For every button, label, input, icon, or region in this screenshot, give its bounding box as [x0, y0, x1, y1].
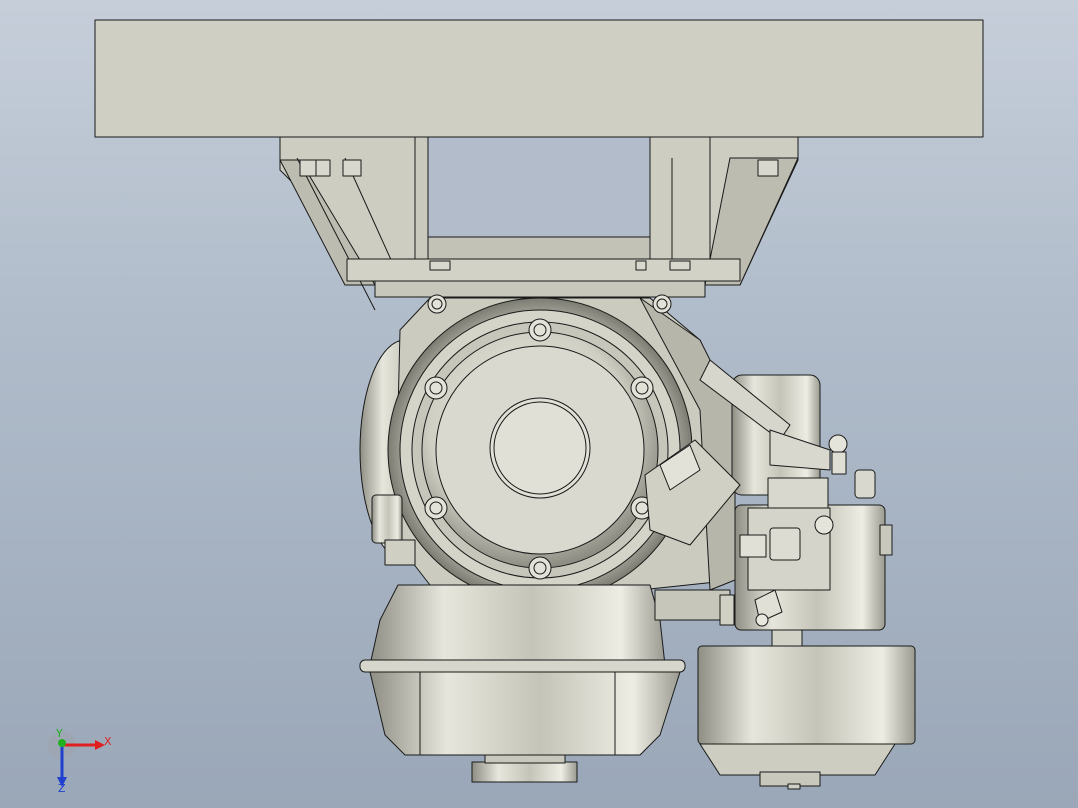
coordinate-triad: X Y Z: [48, 727, 112, 795]
y-axis-dot: [58, 739, 66, 747]
x-axis-label: X: [104, 735, 112, 748]
y-axis-label: Y: [55, 727, 63, 740]
valve-knob: [828, 434, 848, 454]
lower-tank-top: [369, 584, 666, 666]
z-axis-label: Z: [58, 782, 66, 795]
mounting-plate: [94, 19, 984, 138]
lower-tank: [369, 671, 681, 756]
cad-viewport[interactable]: X Y Z: [0, 0, 1078, 808]
lower-right-box: [697, 645, 916, 745]
disc-center-boss: [489, 397, 591, 499]
tank-bottom-flange: [471, 761, 578, 783]
left-fitting: [371, 494, 403, 544]
3d-model-view[interactable]: [0, 0, 1078, 808]
